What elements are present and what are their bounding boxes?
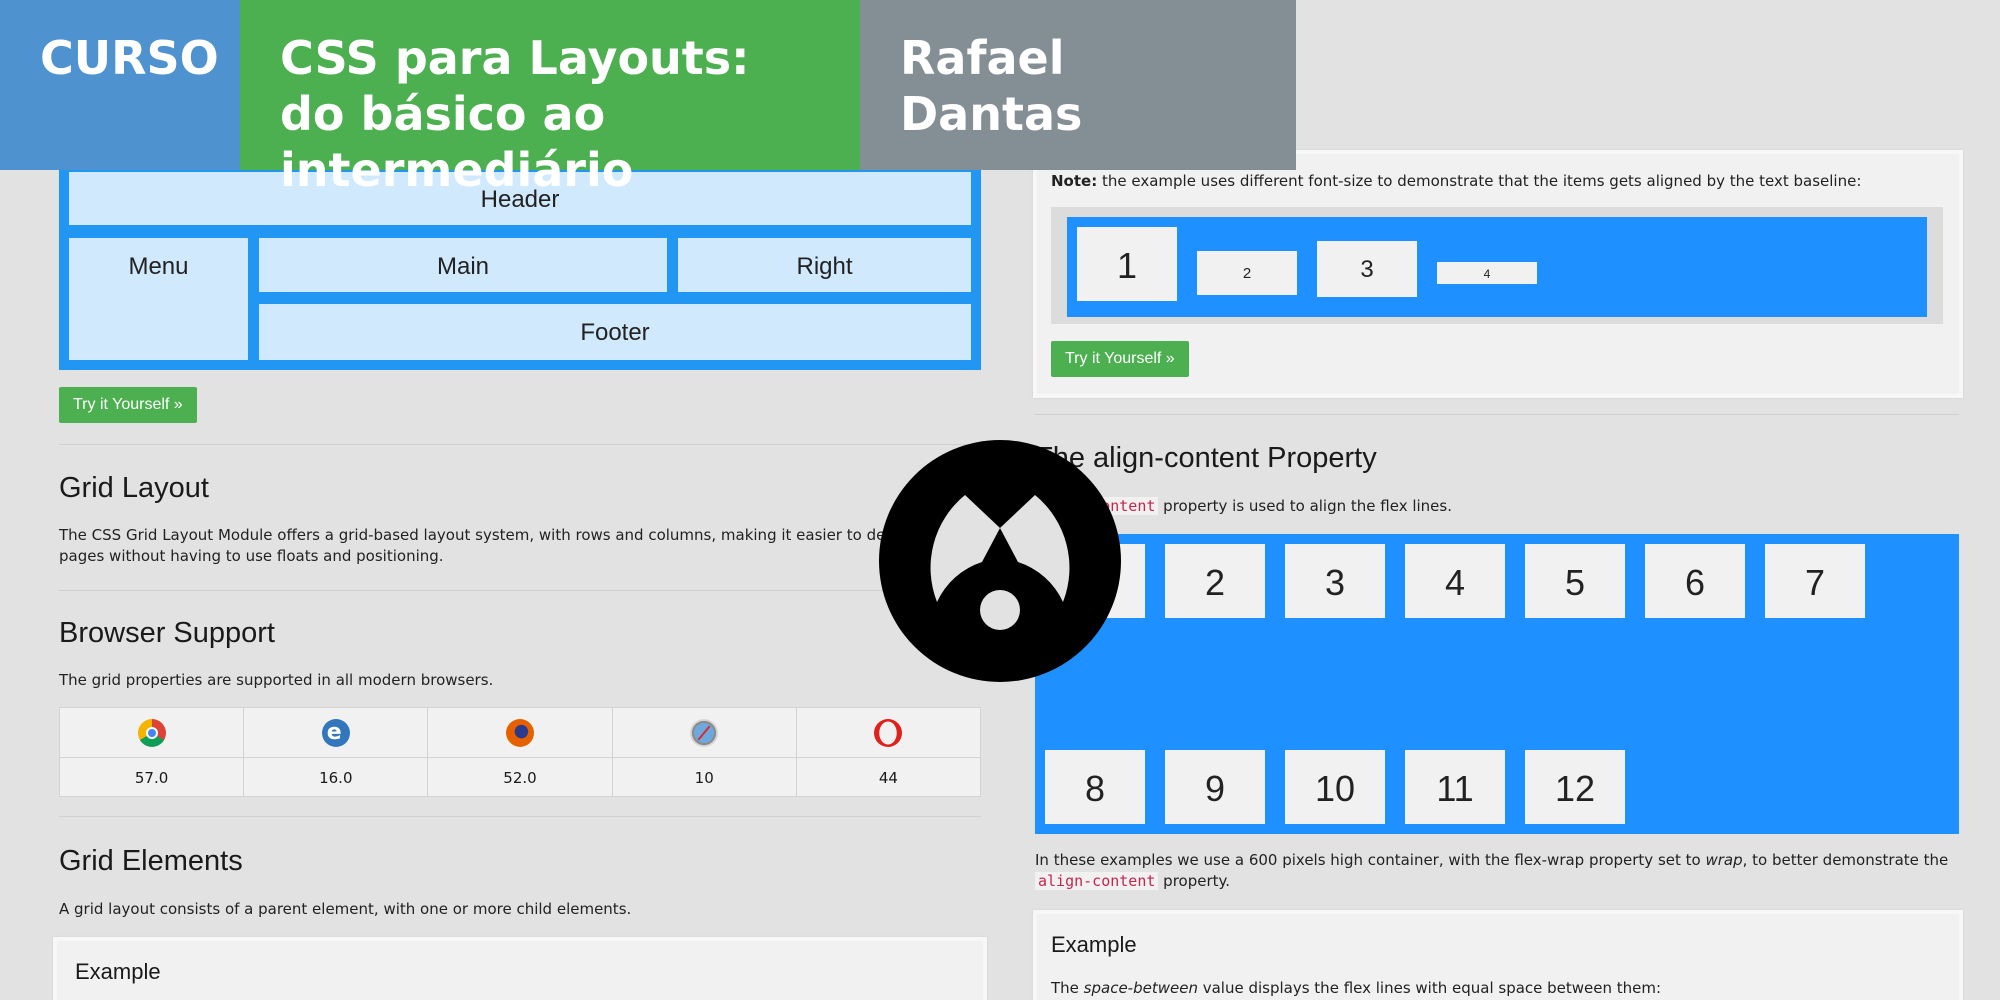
- try-it-yourself-button[interactable]: Try it Yourself »: [1051, 341, 1189, 377]
- browser-support-table: e 57.0 16.0 52.0 10 44: [59, 707, 981, 797]
- browser-version: 44: [878, 768, 898, 787]
- browser-version: 10: [613, 758, 797, 797]
- example-heading: Example: [75, 959, 161, 984]
- flex-item: 9: [1165, 750, 1265, 824]
- flex-item: 10: [1285, 750, 1385, 824]
- grid-elements-heading: Grid Elements: [59, 845, 243, 877]
- browser-support-heading: Browser Support: [59, 617, 275, 649]
- browser-cell: [428, 708, 613, 757]
- flex-item: 6: [1645, 544, 1745, 618]
- example-emphasis: space-between: [1083, 979, 1198, 997]
- space-between-example-box: Example The space-between value displays…: [1033, 910, 1963, 1000]
- grid-elements-text: A grid layout consists of a parent eleme…: [59, 900, 632, 918]
- browser-cell: e: [244, 708, 429, 757]
- flex-item: 7: [1765, 544, 1865, 618]
- flex-item: 2: [1165, 544, 1265, 618]
- space-between-text: The space-between value displays the fle…: [1051, 978, 1661, 999]
- course-banner: CURSO CSS para Layouts: do básico ao int…: [0, 0, 1296, 197]
- description-emphasis: wrap: [1705, 851, 1743, 869]
- grid-elements-example-box: Example: [53, 937, 987, 1000]
- baseline-item: 1: [1077, 227, 1177, 301]
- example-text: value displays the flex lines with equal…: [1197, 979, 1662, 997]
- banner-course-title: CSS para Layouts: do básico ao intermedi…: [240, 0, 860, 197]
- browser-version: 16.0: [244, 758, 429, 797]
- align-content-description: In these examples we use a 600 pixels hi…: [1035, 850, 1965, 892]
- browser-version: 52.0: [428, 758, 613, 797]
- grid-cell-right: Right: [678, 238, 971, 292]
- flex-item: 11: [1405, 750, 1505, 824]
- opera-icon: [874, 718, 903, 747]
- edge-icon: e: [321, 718, 350, 747]
- divider: [1035, 414, 1959, 415]
- browser-cell: [60, 708, 245, 757]
- flex-item: 8: [1045, 750, 1145, 824]
- safari-icon: [690, 718, 719, 747]
- grid-layout-heading: Grid Layout: [59, 472, 209, 504]
- baseline-note: Note: the example uses different font-si…: [1051, 172, 1861, 190]
- banner-curso-label: CURSO: [0, 0, 240, 170]
- flex-item: 3: [1285, 544, 1385, 618]
- note-label: Note:: [1051, 172, 1098, 190]
- brand-logo-icon: [879, 440, 1121, 682]
- chrome-icon: [137, 718, 166, 747]
- grid-cell-footer: Footer: [259, 304, 971, 360]
- align-content-intro-text: property is used to align the flex lines…: [1158, 497, 1452, 515]
- grid-cell-menu: Menu: [69, 238, 248, 360]
- note-text: the example uses different font-size to …: [1097, 172, 1862, 190]
- divider: [59, 816, 981, 817]
- example-heading: Example: [1051, 932, 1137, 957]
- baseline-item: 4: [1437, 262, 1537, 284]
- divider: [59, 590, 981, 591]
- description-text: property.: [1158, 872, 1231, 890]
- divider: [59, 444, 981, 445]
- grid-layout-text: The CSS Grid Layout Module offers a grid…: [59, 526, 953, 565]
- flex-item: 12: [1525, 750, 1625, 824]
- inline-code: align-content: [1035, 872, 1159, 890]
- browser-support-text: The grid properties are supported in all…: [59, 671, 494, 689]
- firefox-icon: [506, 718, 534, 747]
- baseline-item: 2: [1197, 251, 1297, 295]
- browser-version: 57.0: [60, 758, 245, 797]
- description-text: In these examples we use a 600 pixels hi…: [1035, 851, 1706, 869]
- grid-cell-main: Main: [259, 238, 667, 292]
- baseline-item: 3: [1317, 241, 1417, 297]
- flex-item: 4: [1405, 544, 1505, 618]
- description-text: , to better demonstrate the: [1742, 851, 1949, 869]
- browser-cell: [797, 708, 980, 757]
- browser-cell: [613, 708, 797, 757]
- try-it-yourself-button[interactable]: Try it Yourself »: [59, 387, 197, 423]
- flex-item: 5: [1525, 544, 1625, 618]
- banner-author-name: Rafael Dantas: [860, 0, 1296, 170]
- example-text: The: [1051, 979, 1084, 997]
